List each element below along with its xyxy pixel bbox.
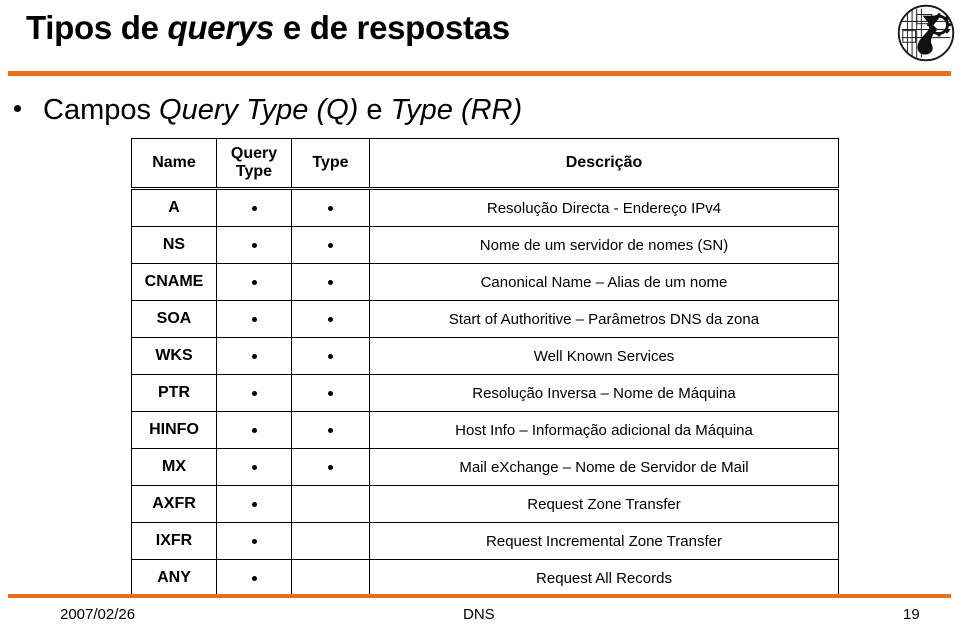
- table-row: AXFR Request Zone Transfer: [131, 485, 839, 523]
- bullet-dot-icon: [14, 104, 21, 112]
- dot-marker-icon: [328, 464, 333, 470]
- bullet-item-label: Campos Query Type (Q) e Type (RR): [43, 94, 523, 126]
- table-row: A Resolução Directa - Endereço IPv4: [131, 188, 839, 227]
- table-row: IXFR Request Incremental Zone Transfer: [131, 522, 839, 560]
- column-header-query-type-line1: Query: [230, 144, 278, 162]
- cell-type-mark: [291, 263, 370, 301]
- footer-title: DNS: [463, 606, 495, 623]
- cell-type-mark: [291, 226, 370, 264]
- cell-description: Request All Records: [369, 559, 839, 597]
- column-header-type: Type: [291, 138, 370, 190]
- cell-record-name: NS: [131, 226, 217, 264]
- cell-query-type-mark: [216, 188, 292, 227]
- cell-record-name: SOA: [131, 300, 217, 338]
- table-row: WKS Well Known Services: [131, 337, 839, 375]
- dot-marker-icon: [251, 427, 257, 433]
- cell-query-type-mark: [216, 263, 292, 301]
- institution-emblem-icon: [897, 4, 955, 62]
- cell-query-type-mark: [216, 522, 292, 560]
- cell-type-mark: [291, 411, 370, 449]
- dot-marker-icon: [328, 316, 333, 322]
- dot-marker-icon: [328, 427, 333, 433]
- cell-type-mark: [291, 485, 370, 523]
- cell-type-mark: [291, 337, 370, 375]
- dot-marker-icon: [251, 464, 257, 470]
- footer-divider: [8, 594, 951, 598]
- table-header-row: Name Query Type Type Descrição: [131, 138, 839, 190]
- cell-query-type-mark: [216, 485, 292, 523]
- cell-description: Mail eXchange – Nome de Servidor de Mail: [369, 448, 839, 486]
- dot-marker-icon: [251, 279, 257, 285]
- cell-record-name: WKS: [131, 337, 217, 375]
- cell-description: Resolução Directa - Endereço IPv4: [369, 188, 839, 227]
- cell-query-type-mark: [216, 374, 292, 412]
- cell-description: Request Incremental Zone Transfer: [369, 522, 839, 560]
- dot-marker-icon: [251, 353, 257, 359]
- footer-date: 2007/02/26: [60, 606, 136, 623]
- cell-description: Request Zone Transfer: [369, 485, 839, 523]
- cell-type-mark: [291, 374, 370, 412]
- footer-page-number: 19: [903, 606, 920, 623]
- page-title: Tipos de querys e de respostas: [26, 9, 510, 46]
- dot-marker-icon: [251, 538, 257, 544]
- dot-marker-icon: [251, 316, 257, 322]
- cell-type-mark: [291, 188, 370, 227]
- cell-query-type-mark: [216, 226, 292, 264]
- column-header-query-type: Query Type: [216, 138, 292, 190]
- table-row: PTR Resolução Inversa – Nome de Máquina: [131, 374, 839, 412]
- table-row: ANY Request All Records: [131, 559, 839, 597]
- table-row: HINFO Host Info – Informação adicional da…: [131, 411, 839, 449]
- dot-marker-icon: [328, 242, 333, 248]
- cell-record-name: PTR: [131, 374, 217, 412]
- column-header-name: Name: [131, 138, 217, 190]
- title-divider: [8, 71, 951, 76]
- cell-description: Host Info – Informação adicional da Máqu…: [369, 411, 839, 449]
- table-body: A Resolução Directa - Endereço IPv4 NS Nome…: [131, 188, 839, 597]
- dot-marker-icon: [251, 390, 257, 396]
- dot-marker-icon: [251, 242, 257, 248]
- table-row: CNAME Canonical Name – Alias de um nome: [131, 263, 839, 301]
- cell-record-name: AXFR: [131, 485, 217, 523]
- table-row: NS Nome de um servidor de nomes (SN): [131, 226, 839, 264]
- column-header-description: Descrição: [369, 138, 839, 190]
- dot-marker-icon: [251, 575, 257, 581]
- cell-type-mark: [291, 559, 370, 597]
- cell-query-type-mark: [216, 337, 292, 375]
- cell-type-mark: [291, 522, 370, 560]
- cell-type-mark: [291, 300, 370, 338]
- cell-record-name: CNAME: [131, 263, 217, 301]
- cell-description: Start of Authoritive – Parâmetros DNS da…: [369, 300, 839, 338]
- cell-query-type-mark: [216, 300, 292, 338]
- query-type-table: Name Query Type Type Descrição A Resoluçã…: [131, 138, 839, 597]
- table-row: MX Mail eXchange – Nome de Servidor de Ma…: [131, 448, 839, 486]
- cell-description: Well Known Services: [369, 337, 839, 375]
- cell-query-type-mark: [216, 559, 292, 597]
- cell-record-name: IXFR: [131, 522, 217, 560]
- dot-marker-icon: [251, 205, 257, 211]
- cell-record-name: ANY: [131, 559, 217, 597]
- cell-description: Canonical Name – Alias de um nome: [369, 263, 839, 301]
- dot-marker-icon: [328, 390, 333, 396]
- cell-query-type-mark: [216, 411, 292, 449]
- dot-marker-icon: [328, 279, 333, 285]
- column-header-query-type-line2: Type: [235, 163, 273, 180]
- dot-marker-icon: [328, 205, 333, 211]
- table-row: SOA Start of Authoritive – Parâmetros DNS…: [131, 300, 839, 338]
- dot-marker-icon: [328, 353, 333, 359]
- cell-type-mark: [291, 448, 370, 486]
- bullet-item-campos: Campos Query Type (Q) e Type (RR): [14, 93, 522, 128]
- cell-description: Resolução Inversa – Nome de Máquina: [369, 374, 839, 412]
- cell-record-name: A: [131, 188, 217, 227]
- dot-marker-icon: [251, 501, 257, 507]
- cell-query-type-mark: [216, 448, 292, 486]
- cell-record-name: HINFO: [131, 411, 217, 449]
- cell-record-name: MX: [131, 448, 217, 486]
- cell-description: Nome de um servidor de nomes (SN): [369, 226, 839, 264]
